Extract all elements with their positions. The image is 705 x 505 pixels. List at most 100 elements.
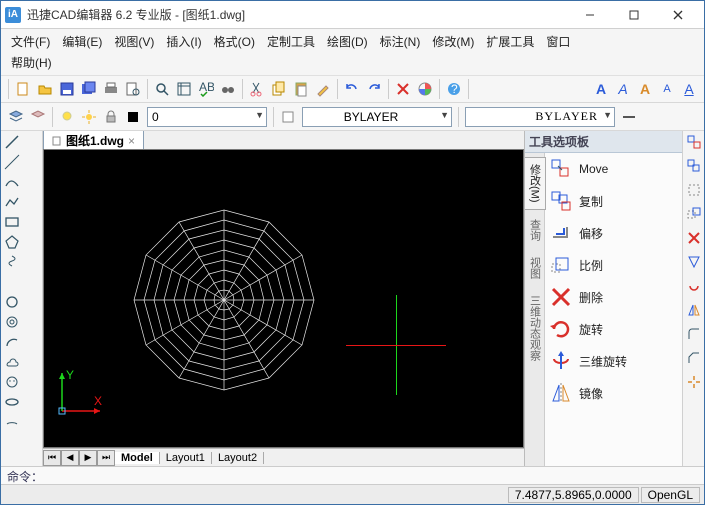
undo-icon[interactable] (341, 78, 363, 100)
tab-model[interactable]: Model (115, 452, 160, 464)
document-tab-active[interactable]: 图纸1.dwg × (43, 131, 144, 150)
sidetab-view[interactable]: 视图 (525, 250, 546, 286)
menu-extend-tools[interactable]: 扩展工具 (480, 31, 540, 52)
earc-icon[interactable] (3, 413, 21, 431)
palette-item-rotate[interactable]: 旋转 (545, 313, 682, 345)
layer-states-icon[interactable] (27, 106, 49, 128)
sq1-icon[interactable] (277, 106, 299, 128)
sidetab-modify[interactable]: 修改(M) (525, 157, 546, 210)
tab-layout1[interactable]: Layout1 (160, 452, 212, 464)
copy-icon[interactable] (268, 78, 290, 100)
rt-tool4-icon[interactable] (685, 205, 703, 223)
square-black-icon[interactable] (122, 106, 144, 128)
lock-icon[interactable] (100, 106, 122, 128)
palette-item-copy[interactable]: 复制 (545, 185, 682, 217)
rt-blue-icon[interactable] (685, 253, 703, 271)
rt-tool3-icon[interactable] (685, 181, 703, 199)
menu-file[interactable]: 文件(F) (5, 31, 56, 52)
minimize-button[interactable] (568, 1, 612, 29)
preview-icon[interactable] (151, 78, 173, 100)
palette-item-3drotate[interactable]: 三维旋转 (545, 345, 682, 377)
spellcheck-icon[interactable]: ABC (195, 78, 217, 100)
face-icon[interactable] (3, 373, 21, 391)
linetype-combo[interactable]: BYLAYER (465, 107, 615, 127)
saveall-icon[interactable] (78, 78, 100, 100)
polygon-icon[interactable] (3, 233, 21, 251)
menu-draw[interactable]: 绘图(D) (321, 31, 374, 52)
ellipse-icon[interactable] (3, 393, 21, 411)
rt-copy-icon[interactable] (685, 157, 703, 175)
menu-help[interactable]: 帮助(H) (5, 52, 58, 73)
tab-layout2[interactable]: Layout2 (212, 452, 264, 464)
circle-icon[interactable] (3, 293, 21, 311)
layer-manager-icon[interactable] (5, 106, 27, 128)
last-button[interactable]: ⏭ (97, 450, 115, 466)
ring-icon[interactable] (3, 313, 21, 331)
rect-icon[interactable] (3, 213, 21, 231)
mirror-icon (549, 381, 573, 405)
line-icon[interactable] (3, 133, 21, 151)
command-line[interactable]: 命令： (1, 466, 704, 484)
arc-icon[interactable] (3, 333, 21, 351)
save-icon[interactable] (56, 78, 78, 100)
text-style-a1[interactable]: A (590, 78, 612, 100)
canvas[interactable]: X Y (43, 149, 524, 448)
print-preview-icon[interactable] (122, 78, 144, 100)
paste-icon[interactable] (290, 78, 312, 100)
redo-icon[interactable] (363, 78, 385, 100)
new-file-icon[interactable] (12, 78, 34, 100)
sidetab-3dorbit[interactable]: 三维动态观察 (525, 288, 546, 368)
binocs-icon[interactable] (217, 78, 239, 100)
cut-icon[interactable] (246, 78, 268, 100)
text-style-a2[interactable]: A (612, 78, 634, 100)
spline-icon[interactable] (3, 173, 21, 191)
text-style-a3[interactable]: A (634, 78, 656, 100)
maximize-button[interactable] (612, 1, 656, 29)
open-file-icon[interactable] (34, 78, 56, 100)
menu-dimension[interactable]: 标注(N) (374, 31, 427, 52)
menu-format[interactable]: 格式(O) (208, 31, 261, 52)
palette-item-offset[interactable]: 偏移 (545, 217, 682, 249)
match-prop-icon[interactable] (312, 78, 334, 100)
palette-item-scale[interactable]: 比例 (545, 249, 682, 281)
menu-modify[interactable]: 修改(M) (426, 31, 480, 52)
erase-red-icon[interactable] (392, 78, 414, 100)
layer-combo[interactable]: 0 (147, 107, 267, 127)
text-style-a4[interactable]: A (656, 78, 678, 100)
next-button[interactable]: ▶ (79, 450, 97, 466)
first-button[interactable]: ⏮ (43, 450, 61, 466)
sidetab-query[interactable]: 查询 (525, 212, 546, 248)
palette-item-delete[interactable]: 删除 (545, 281, 682, 313)
close-button[interactable] (656, 1, 700, 29)
settings-icon[interactable] (173, 78, 195, 100)
rt-explode-icon[interactable] (685, 373, 703, 391)
menu-edit[interactable]: 编辑(E) (56, 31, 108, 52)
polyline-icon[interactable] (3, 193, 21, 211)
xline-icon[interactable] (3, 153, 21, 171)
help-icon[interactable]: ? (443, 78, 465, 100)
light-on-icon[interactable] (56, 106, 78, 128)
window-title: 迅捷CAD编辑器 6.2 专业版 - [图纸1.dwg] (27, 6, 568, 23)
sun-icon[interactable] (78, 106, 100, 128)
color-combo[interactable]: BYLAYER (302, 107, 452, 127)
palette-item-move[interactable]: Move (545, 153, 682, 185)
rt-delete-icon[interactable] (685, 229, 703, 247)
menu-view[interactable]: 视图(V) (108, 31, 160, 52)
menu-insert[interactable]: 插入(I) (160, 31, 207, 52)
rt-rotate-icon[interactable] (685, 277, 703, 295)
palette-item-mirror[interactable]: 镜像 (545, 377, 682, 409)
print-icon[interactable] (100, 78, 122, 100)
linetype-icon[interactable] (618, 106, 640, 128)
rt-mirror-icon[interactable] (685, 301, 703, 319)
rt-chamfer-icon[interactable] (685, 349, 703, 367)
prev-button[interactable]: ◀ (61, 450, 79, 466)
color-wheel-icon[interactable] (414, 78, 436, 100)
text-style-a5[interactable]: A (678, 78, 700, 100)
tab-close-icon[interactable]: × (128, 134, 135, 148)
rt-move-icon[interactable] (685, 133, 703, 151)
cloud-icon[interactable] (3, 353, 21, 371)
menu-custom-tools[interactable]: 定制工具 (261, 31, 321, 52)
rt-fillet-icon[interactable] (685, 325, 703, 343)
helix-icon[interactable] (3, 253, 21, 271)
menu-window[interactable]: 窗口 (540, 31, 576, 52)
